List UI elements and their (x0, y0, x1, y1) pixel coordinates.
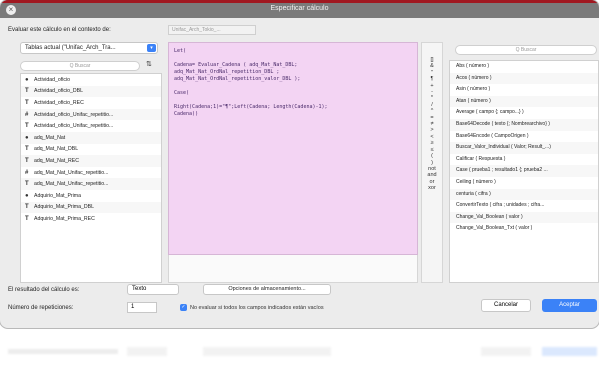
sort-icon[interactable]: ⇅ (146, 60, 152, 68)
field-list-item[interactable]: ● adq_Mat_Nat (21, 131, 161, 144)
function-list-item[interactable]: Calificar ( Respuesta ) (450, 154, 598, 166)
function-list-item[interactable]: Average ( campo {; campo...} ) (450, 107, 598, 119)
field-list-item[interactable]: ● Adquirio_Mat_Prima (21, 190, 161, 202)
operator-list: [] & " ¶ + - * / ^ = ≠ > < ≥ ≤() not and or xor (421, 42, 443, 283)
code-line: Cadena= Evaluar_Cadena ( adq_Mat_Nat_DBL… (174, 62, 298, 68)
title-bar: × Especificar cálculo (0, 0, 599, 18)
specify-calculation-dialog: × Especificar cálculo Evaluar este cálcu… (0, 0, 599, 328)
tables-select-value: Tablas actual ("Unifac_Arch_Tra... (25, 45, 116, 51)
editor-footer (168, 255, 418, 283)
field-list-item[interactable]: Tadq_Mat_Nat_DBL (21, 144, 161, 156)
field-label: Actividad_oficio (34, 76, 71, 83)
code-line: Cadena)) (174, 111, 199, 117)
field-search-input[interactable]: Q Buscar (20, 61, 140, 71)
field-type-icon: T (25, 181, 29, 188)
function-list-item[interactable]: Change_Val_Boolean ( valor ) (450, 211, 598, 224)
field-label: Actividad_oficio_Unifac_repetitio... (34, 123, 114, 130)
function-list-item[interactable]: Case ( prueba1 ; resultado1 {; prueba2 .… (450, 165, 598, 177)
function-list-item[interactable]: Change_Val_Boolean_Txt ( valor ) (450, 223, 598, 235)
field-list-item[interactable]: # adq_Mat_Nat_Unifac_repetitio... (21, 167, 161, 179)
field-type-icon: T (25, 99, 29, 106)
window-reflection (0, 332, 599, 387)
field-list-item[interactable]: T Actividad_oficio_REC (21, 97, 161, 109)
context-label: Evaluar este cálculo en el contexto de: (8, 27, 111, 33)
field-label: Actividad_oficio_Unifac_repetitio... (34, 111, 114, 118)
code-line: adq_Mat_Nat_OrdNal_repetition_valor_DBL … (174, 76, 301, 82)
calculation-editor[interactable]: Let( Cadena= Evaluar_Cadena ( adq_Mat_Nat… (168, 42, 418, 255)
field-type-icon: # (25, 111, 29, 118)
function-list-item[interactable]: Base64Decode ( texto {; Nombrearchivo} ) (450, 118, 598, 131)
function-list-item[interactable]: Acos ( número ) (450, 72, 598, 85)
field-list-item[interactable]: T Actividad_oficio_Unifac_repetitio... (21, 120, 161, 132)
function-list-item[interactable]: Asin ( número ) (450, 84, 598, 96)
code-line: Right(Cadena;1)="¶";Left(Cadena; Length(… (174, 104, 328, 110)
code-line: Let( (174, 48, 187, 54)
code-line: adq_Mat_Nat_OrdNal_repetition_DBL ; (174, 69, 280, 75)
field-type-icon: T (25, 215, 29, 222)
field-list-item[interactable]: # Actividad_oficio_Unifac_repetitio... (21, 108, 161, 121)
no-evaluate-label: No evaluar si todos los campos indicados… (190, 305, 324, 311)
code-line: Case( (174, 90, 190, 96)
field-label: adq_Mat_Nat (34, 134, 66, 141)
repetitions-label: Número de repeticiones: (8, 305, 74, 311)
field-list-item[interactable]: Tadq_Mat_Nat_REC (21, 155, 161, 167)
field-type-icon: T (25, 88, 29, 95)
reflection-shape (542, 347, 597, 356)
field-list: ● Actividad_oficio T Actividad_oficio_DBL T A… (20, 73, 162, 283)
function-list-item[interactable]: ConvertirTexto ( cifra ; unidades ; cifr… (450, 200, 598, 212)
reflection-shape (203, 347, 331, 356)
chevron-down-icon: ▾ (147, 44, 156, 52)
function-list-item[interactable]: centuria ( cifra ) (450, 188, 598, 201)
function-list-item[interactable]: Atan ( número ) (450, 95, 598, 108)
field-list-item[interactable]: T Adquirio_Mat_Prima_DBL (21, 201, 161, 214)
operator-item[interactable]: xor (422, 185, 442, 191)
cancel-button[interactable]: Cancelar (481, 299, 531, 312)
field-label: adq_Mat_Nat_Unifac_repetitio... (34, 181, 109, 188)
field-label: adq_Mat_Nat_DBL (34, 146, 79, 153)
field-list-item[interactable]: T Actividad_oficio_DBL (21, 85, 161, 98)
function-list-item[interactable]: Abs ( número ) (450, 61, 598, 73)
tables-select[interactable]: Tablas actual ("Unifac_Arch_Tra... ▾ (20, 42, 158, 54)
reflection-shape (481, 347, 531, 356)
field-type-icon: ● (25, 192, 29, 199)
field-type-icon: T (25, 146, 29, 153)
function-list-item[interactable]: Buscar_Valor_Individual ( Valor; Result_… (450, 142, 598, 154)
field-list-item[interactable]: ● Actividad_oficio (21, 74, 161, 86)
context-select[interactable]: Unifac_Arch_Tokio_... (168, 25, 256, 35)
field-label: Adquirio_Mat_Prima_REC (34, 215, 95, 222)
field-label: adq_Mat_Nat_Unifac_repetitio... (34, 169, 109, 176)
reflection-shape (8, 349, 118, 354)
field-type-icon: T (25, 157, 29, 164)
repetitions-field[interactable]: 1 (127, 302, 157, 313)
field-type-icon: # (25, 169, 29, 176)
dialog-title: Especificar cálculo (270, 5, 329, 12)
field-type-icon: ● (25, 134, 29, 141)
result-type-select[interactable]: Texto (127, 284, 179, 295)
reflection-shape (127, 347, 167, 356)
function-search-input[interactable]: Q Buscar (455, 45, 597, 55)
field-list-item[interactable]: T Adquirio_Mat_Prima_REC (21, 213, 161, 225)
field-list-item[interactable]: Tadq_Mat_Nat_Unifac_repetitio... (21, 178, 161, 190)
field-label: Adquirio_Mat_Prima (34, 192, 81, 199)
function-list: Abs ( número ) Acos ( número ) Asin ( núme… (449, 60, 599, 283)
field-label: Actividad_oficio_DBL (34, 88, 84, 95)
no-evaluate-checkbox[interactable]: ✓ (180, 304, 187, 311)
field-label: Adquirio_Mat_Prima_DBL (34, 204, 94, 211)
field-type-icon: T (25, 204, 29, 211)
field-label: Actividad_oficio_REC (34, 99, 84, 106)
field-label: adq_Mat_Nat_REC (34, 157, 79, 164)
field-type-icon: T (25, 123, 29, 130)
ok-button[interactable]: Aceptar (542, 299, 597, 312)
storage-options-button[interactable]: Opciones de almacenamiento... (203, 284, 331, 295)
field-type-icon: ● (25, 76, 29, 83)
function-list-item[interactable]: Ceiling ( número ) (450, 177, 598, 189)
function-list-item[interactable]: Base64Encode ( CampoOrigen ) (450, 131, 598, 143)
result-type-label: El resultado del cálculo es: (8, 287, 80, 293)
